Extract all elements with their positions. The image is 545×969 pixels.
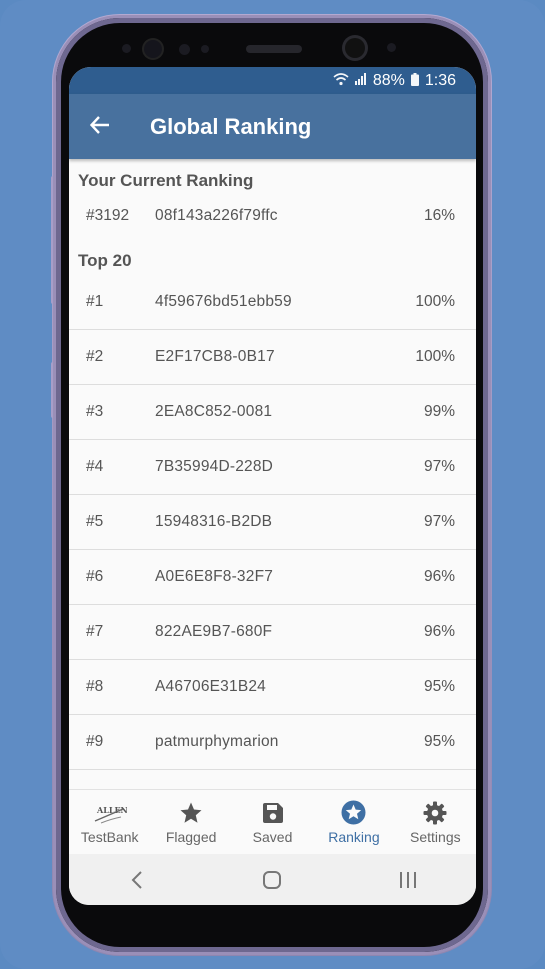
nav-recents-button[interactable] <box>378 860 438 900</box>
table-row: #7 822AE9B7-680F 96% <box>69 605 476 660</box>
table-row: #6 A0E6E8F8-32F7 96% <box>69 550 476 605</box>
rank-number: #8 <box>86 678 104 695</box>
user-id: A0E6E8F8-32F7 <box>155 568 274 585</box>
home-square-icon <box>263 870 282 889</box>
allen-logo-icon: ALLEN <box>93 800 127 825</box>
score-percent: 16% <box>423 207 455 224</box>
user-id: 7B35994D-228D <box>155 458 274 475</box>
status-bar: 88% 1:36 <box>69 67 476 94</box>
rank-number: #1 <box>86 293 104 310</box>
score-percent: 96% <box>423 623 455 640</box>
sensor-icon <box>179 44 190 55</box>
current-ranking-heading: Your Current Ranking <box>78 171 254 190</box>
user-id: patmurphymarion <box>155 733 279 750</box>
score-percent: 100% <box>415 348 455 365</box>
sensor-icon <box>201 45 209 53</box>
page-title: Global Ranking <box>150 114 312 139</box>
tab-ranking[interactable]: Ranking <box>313 790 394 854</box>
tab-label: Saved <box>252 829 293 845</box>
star-circle-icon <box>341 800 366 825</box>
gear-icon <box>423 800 447 825</box>
chevron-left-icon <box>131 870 142 889</box>
tab-settings[interactable]: Settings <box>395 790 476 854</box>
star-icon <box>179 800 203 825</box>
table-row: #2 E2F17CB8-0B17 100% <box>69 330 476 385</box>
tab-label: Settings <box>410 829 461 845</box>
signal-icon <box>354 73 367 88</box>
nav-back-button[interactable] <box>107 860 167 900</box>
score-percent: 97% <box>423 458 455 475</box>
battery-icon <box>410 72 419 89</box>
rank-number: #4 <box>86 458 104 475</box>
recents-icon <box>400 871 417 888</box>
table-row: #4 7B35994D-228D 97% <box>69 440 476 495</box>
current-ranking-row: #3192 08f143a226f79ffc 16% <box>69 191 476 241</box>
rank-number: #6 <box>86 568 104 585</box>
earpiece-speaker <box>246 45 302 53</box>
user-id: E2F17CB8-0B17 <box>155 348 275 365</box>
score-percent: 99% <box>423 403 455 420</box>
tab-label: Flagged <box>165 829 217 845</box>
bixby-button <box>51 362 55 418</box>
nav-home-button[interactable] <box>242 860 302 900</box>
app-bar: Global Ranking <box>69 94 476 159</box>
table-row: #1 4f59676bd51ebb59 100% <box>69 275 476 330</box>
rank-number: #3 <box>86 403 104 420</box>
wifi-icon <box>333 72 349 89</box>
bottom-tab-bar: ALLEN TestBank Flagged Saved Ranking Set… <box>69 789 476 854</box>
tab-flagged[interactable]: Flagged <box>150 790 231 854</box>
sensor-icon <box>122 44 131 53</box>
tab-testbank[interactable]: ALLEN TestBank <box>69 790 150 854</box>
user-id: 2EA8C852-0081 <box>155 403 273 420</box>
user-id: 08f143a226f79ffc <box>155 207 278 224</box>
user-id: 822AE9B7-680F <box>155 623 273 640</box>
score-percent: 97% <box>423 513 455 530</box>
rank-number: #2 <box>86 348 104 365</box>
table-row: #8 A46706E31B24 95% <box>69 660 476 715</box>
user-id: 4f59676bd51ebb59 <box>155 293 292 310</box>
volume-button <box>51 176 55 304</box>
battery-percent: 88% <box>372 71 405 89</box>
score-percent: 96% <box>423 568 455 585</box>
score-percent: 95% <box>423 678 455 695</box>
save-icon <box>262 800 284 825</box>
score-percent: 95% <box>423 733 455 750</box>
user-id: A46706E31B24 <box>155 678 266 695</box>
arrow-left-icon <box>90 116 109 134</box>
ranking-list: Your Current Ranking #3192 08f143a226f79… <box>69 159 476 856</box>
front-camera-icon <box>345 38 365 58</box>
rank-number: #7 <box>86 623 104 640</box>
rank-number: #3192 <box>86 207 130 224</box>
table-row: #9 patmurphymarion 95% <box>69 715 476 770</box>
rank-number: #9 <box>86 733 104 750</box>
score-percent: 100% <box>415 293 455 310</box>
table-row: #3 2EA8C852-0081 99% <box>69 385 476 440</box>
table-row: #5 15948316-B2DB 97% <box>69 495 476 550</box>
top20-heading: Top 20 <box>78 251 132 270</box>
user-id: 15948316-B2DB <box>155 513 273 530</box>
tab-saved[interactable]: Saved <box>232 790 313 854</box>
system-nav-bar <box>69 854 476 905</box>
tab-label: Ranking <box>328 829 380 845</box>
rank-number: #5 <box>86 513 104 530</box>
clock: 1:36 <box>424 71 456 89</box>
tab-label: TestBank <box>80 829 139 845</box>
back-button[interactable] <box>87 112 113 138</box>
sensor-icon <box>387 43 396 52</box>
iris-camera-icon <box>144 40 162 58</box>
screen: 88% 1:36 Global Ranking Your Current Ran… <box>69 67 476 905</box>
